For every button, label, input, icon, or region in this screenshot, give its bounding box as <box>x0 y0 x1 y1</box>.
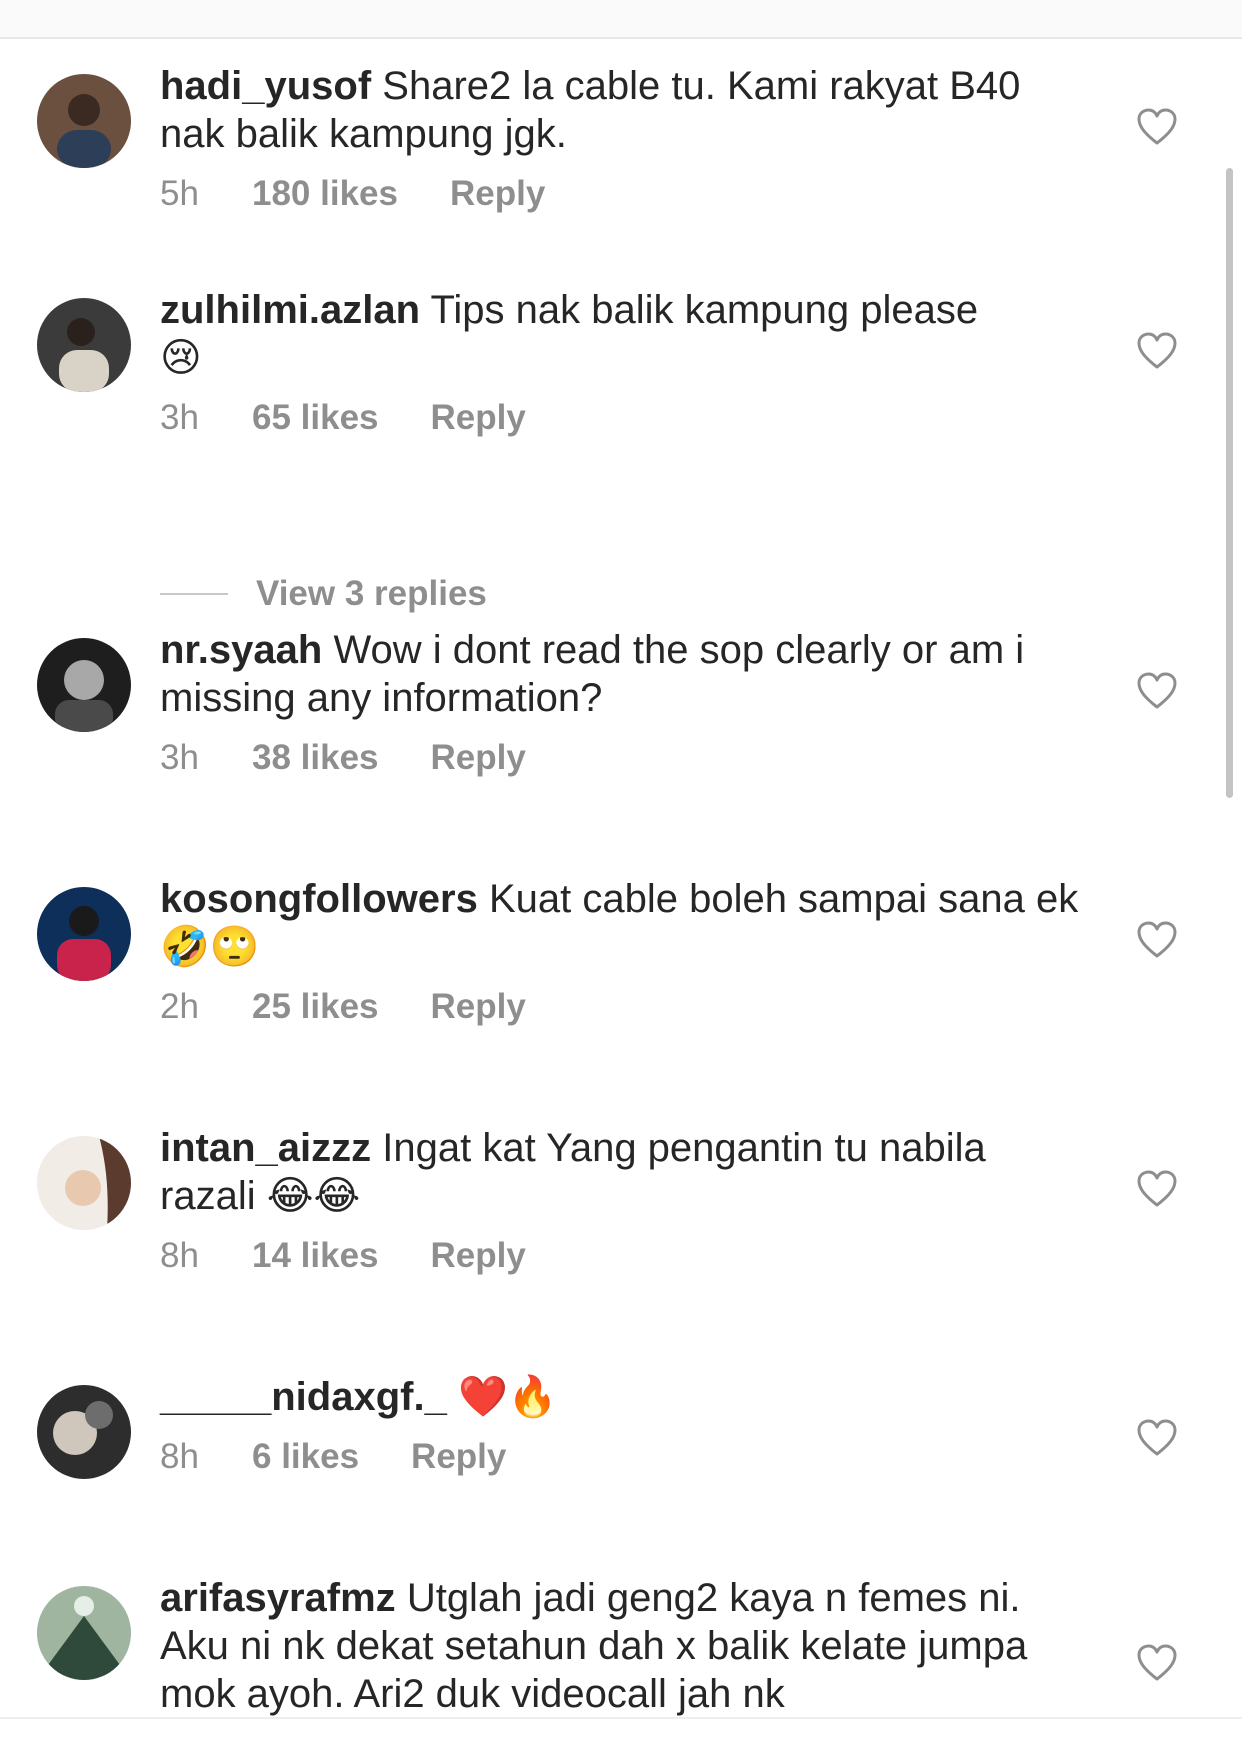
view-replies-button[interactable]: View 3 replies <box>160 572 487 616</box>
comment-meta: 3h 38 likes Reply <box>160 736 526 780</box>
username[interactable]: arifasyrafmz <box>160 1576 396 1620</box>
bottom-bar <box>0 1717 1242 1751</box>
timestamp: 3h <box>160 738 199 777</box>
top-bar <box>0 0 1242 39</box>
reply-button[interactable]: Reply <box>450 174 545 214</box>
username[interactable]: zulhilmi.azlan <box>160 288 420 332</box>
comment-text: arifasyrafmz Utglah jadi geng2 kaya n fe… <box>160 1574 1080 1717</box>
reply-button[interactable]: Reply <box>411 1437 506 1477</box>
avatar-photo-icon <box>37 638 131 732</box>
comment-meta: 5h 180 likes Reply <box>160 172 545 216</box>
comment-meta: 8h 6 likes Reply <box>160 1435 506 1479</box>
comments-list[interactable]: hadi_yusof Share2 la cable tu. Kami raky… <box>0 37 1242 1717</box>
username[interactable]: intan_aizzz <box>160 1126 371 1170</box>
avatar-photo-icon <box>37 1586 131 1680</box>
comment-meta: 2h 25 likes Reply <box>160 985 526 1029</box>
username[interactable]: kosongfollowers <box>160 877 478 921</box>
comment-text: zulhilmi.azlan Tips nak balik kampung pl… <box>160 286 1080 382</box>
heart-icon[interactable] <box>1136 108 1178 146</box>
comment-meta: 8h 14 likes Reply <box>160 1234 526 1278</box>
avatar[interactable] <box>37 74 131 168</box>
heart-icon[interactable] <box>1136 1170 1178 1208</box>
heart-icon[interactable] <box>1136 921 1178 959</box>
emoji-text: ❤️🔥 <box>457 1374 558 1420</box>
avatar-photo-icon <box>37 298 131 392</box>
reply-button[interactable]: Reply <box>431 1236 526 1276</box>
timestamp: 8h <box>160 1437 199 1476</box>
emoji-text: 🤣🙄 <box>160 924 260 970</box>
comment-text: _____nidaxgf._ ❤️🔥 <box>160 1373 1080 1421</box>
avatar-photo-icon <box>37 1136 131 1230</box>
comment-text: hadi_yusof Share2 la cable tu. Kami raky… <box>160 62 1080 158</box>
likes-count[interactable]: 14 likes <box>252 1236 379 1276</box>
avatar[interactable] <box>37 638 131 732</box>
avatar-photo-icon <box>37 74 131 168</box>
comment-body: Tips nak balik kampung please <box>430 288 979 332</box>
comment-text: intan_aizzz Ingat kat Yang pengantin tu … <box>160 1124 1080 1220</box>
avatar[interactable] <box>37 1385 131 1479</box>
likes-count[interactable]: 25 likes <box>252 987 379 1027</box>
avatar-photo-icon <box>37 1385 131 1479</box>
emoji-text: 😢 <box>160 335 202 381</box>
reply-button[interactable]: Reply <box>431 398 526 438</box>
comment-body: Kuat cable boleh sampai sana ek <box>488 877 1079 921</box>
comment-text: kosongfollowers Kuat cable boleh sampai … <box>160 875 1080 971</box>
avatar[interactable] <box>37 1586 131 1680</box>
divider-line <box>160 593 228 595</box>
heart-icon[interactable] <box>1136 1644 1178 1682</box>
comment-meta: 3h 65 likes Reply <box>160 396 526 440</box>
timestamp: 5h <box>160 174 199 213</box>
likes-count[interactable]: 180 likes <box>252 174 398 214</box>
scrollbar[interactable] <box>1226 168 1233 798</box>
username[interactable]: hadi_yusof <box>160 64 371 108</box>
timestamp: 2h <box>160 987 199 1026</box>
bottom-divider <box>0 1717 1242 1719</box>
comment-text: nr.syaah Wow i dont read the sop clearly… <box>160 626 1080 722</box>
username[interactable]: nr.syaah <box>160 628 322 672</box>
likes-count[interactable]: 65 likes <box>252 398 379 438</box>
heart-icon[interactable] <box>1136 672 1178 710</box>
avatar[interactable] <box>37 1136 131 1230</box>
timestamp: 8h <box>160 1236 199 1275</box>
heart-icon[interactable] <box>1136 332 1178 370</box>
username[interactable]: _____nidaxgf._ <box>160 1375 447 1419</box>
avatar[interactable] <box>37 887 131 981</box>
likes-count[interactable]: 6 likes <box>252 1437 359 1477</box>
avatar[interactable] <box>37 298 131 392</box>
likes-count[interactable]: 38 likes <box>252 738 379 778</box>
reply-button[interactable]: Reply <box>431 738 526 778</box>
reply-button[interactable]: Reply <box>431 987 526 1027</box>
view-replies-label: View 3 replies <box>256 574 487 613</box>
timestamp: 3h <box>160 398 199 437</box>
avatar-photo-icon <box>37 887 131 981</box>
emoji-text: 😂😂 <box>266 1173 361 1219</box>
heart-icon[interactable] <box>1136 1419 1178 1457</box>
